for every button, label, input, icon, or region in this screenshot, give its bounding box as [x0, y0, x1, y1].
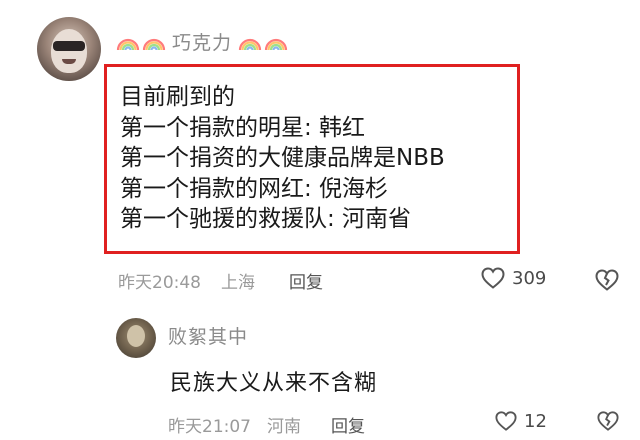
reply-button[interactable]: 回复: [331, 412, 365, 437]
username-row: 巧克力: [116, 26, 288, 56]
reply-avatar[interactable]: [116, 318, 156, 358]
broken-heart-icon[interactable]: [596, 410, 620, 432]
rainbow-icon: [238, 38, 262, 51]
location: 河南: [267, 417, 301, 437]
comment-line: 第一个捐款的网红: 倪海杉: [120, 175, 389, 202]
reply-button[interactable]: 回复: [289, 268, 323, 293]
timestamp: 昨天20:48: [118, 273, 201, 293]
avatar-sunglasses: [53, 41, 85, 51]
like-count: 12: [524, 410, 547, 432]
comment-content: 目前刷到的 第一个捐款的明星: 韩红 第一个捐资的大健康品牌是NBB 第一个捐款…: [120, 82, 445, 235]
heart-outline-icon: [495, 411, 517, 431]
username[interactable]: 巧克力: [168, 28, 236, 55]
timestamp: 昨天21:07: [168, 417, 251, 437]
reply-username[interactable]: 败絮其中: [168, 322, 248, 349]
avatar[interactable]: [37, 17, 101, 81]
reply-meta: 昨天21:07 河南 回复: [168, 412, 365, 437]
comment-line: 第一个捐资的大健康品牌是NBB: [120, 145, 445, 171]
avatar-figure: [127, 325, 145, 347]
like-button[interactable]: 309: [480, 266, 546, 290]
comment-line: 第一个捐款的明星: 韩红: [120, 114, 366, 141]
broken-heart-icon[interactable]: [594, 268, 620, 292]
avatar-face: [51, 29, 87, 73]
comment-meta: 昨天20:48 上海 回复: [118, 268, 323, 293]
rainbow-icon: [142, 38, 166, 51]
comment-line: 第一个驰援的救援队: 河南省: [120, 206, 412, 232]
reply-like-button[interactable]: 12: [494, 410, 547, 432]
comment-line: 目前刷到的: [120, 84, 235, 110]
rainbow-icon: [264, 38, 288, 51]
rainbow-icon: [116, 38, 140, 51]
location: 上海: [221, 273, 255, 293]
like-count: 309: [512, 267, 547, 289]
heart-outline-icon: [481, 267, 505, 289]
reply-content: 民族大义从来不含糊: [170, 371, 378, 396]
